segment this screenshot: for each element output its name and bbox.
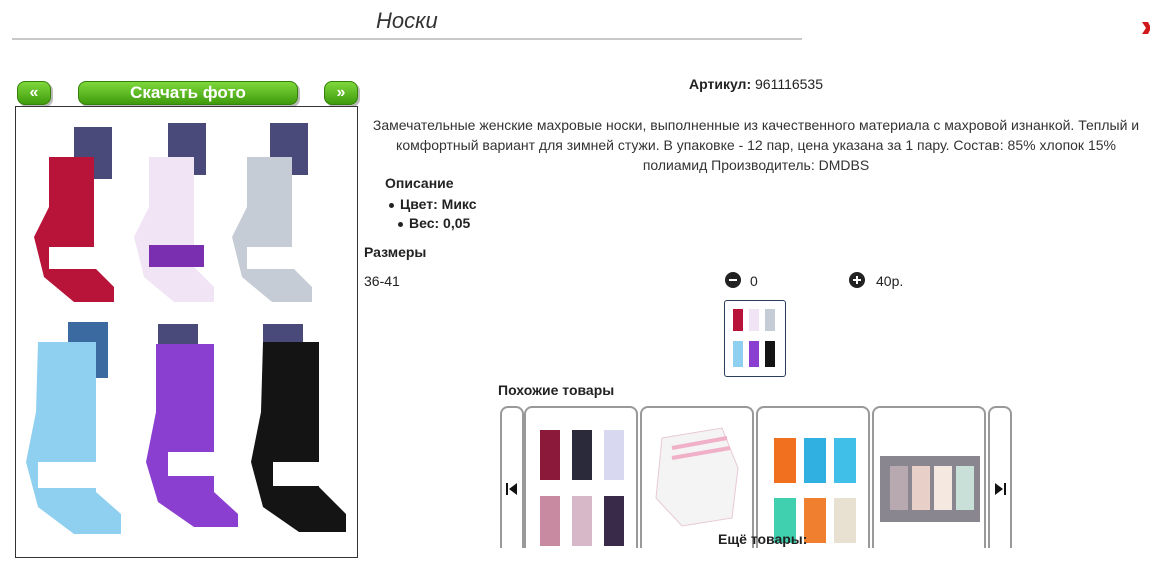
sizes-heading: Размеры <box>364 244 427 260</box>
attribute-weight: Вес: 0,05 <box>398 214 486 233</box>
description-heading: Описание <box>385 175 454 191</box>
skip-forward-icon <box>995 483 1006 495</box>
skip-back-icon <box>506 483 517 495</box>
close-icon[interactable] <box>1138 12 1150 44</box>
similar-product-1[interactable] <box>524 406 638 548</box>
size-value: 36-41 <box>364 273 400 289</box>
page-title: Носки <box>376 8 438 33</box>
more-products-heading: Ещё товары: <box>718 531 808 547</box>
sku-line: Артикул: 961116535 <box>364 76 1148 92</box>
next-photo-button[interactable]: » <box>324 81 358 105</box>
similar-product-4[interactable] <box>872 406 986 548</box>
price-value: 40р. <box>876 273 904 289</box>
socks-image <box>26 123 346 534</box>
carousel-next-button[interactable] <box>988 406 1012 548</box>
download-photo-button[interactable]: Скачать фото <box>78 81 298 105</box>
attribute-color: Цвет: Микс <box>389 195 477 214</box>
attributes-list: Цвет: Микс Вес: 0,05 <box>385 195 477 233</box>
product-thumbnail[interactable] <box>724 300 786 377</box>
sku-label: Артикул: <box>689 76 752 92</box>
product-photo[interactable] <box>15 106 358 558</box>
carousel-prev-button[interactable] <box>500 406 524 548</box>
quantity-value: 0 <box>750 273 758 289</box>
product-description: Замечательные женские махровые носки, вы… <box>372 117 1140 173</box>
title-divider <box>12 38 802 40</box>
sku-value: 961116535 <box>755 76 823 92</box>
decrease-quantity-button[interactable] <box>725 272 741 288</box>
increase-quantity-button[interactable] <box>849 272 865 288</box>
similar-product-3[interactable] <box>756 406 870 548</box>
prev-photo-button[interactable]: « <box>17 81 51 105</box>
similar-products-heading: Похожие товары <box>498 382 615 398</box>
similar-product-2[interactable] <box>640 406 754 548</box>
